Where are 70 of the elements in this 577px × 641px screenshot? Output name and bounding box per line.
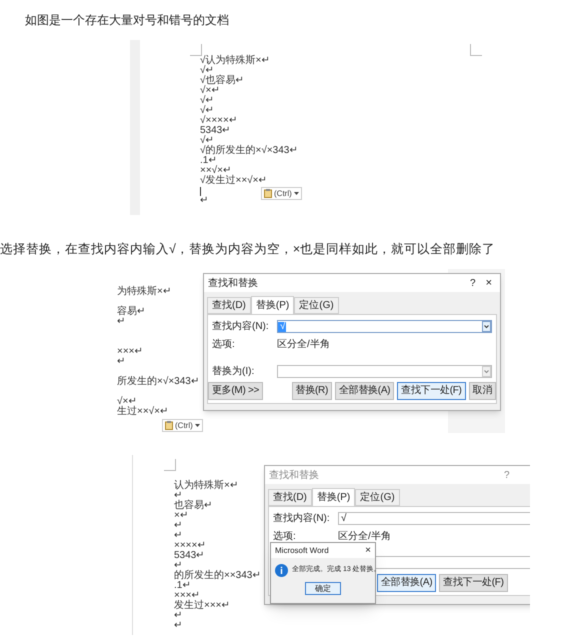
document-line: √发生过××√×↵ xyxy=(200,175,266,186)
document-line: 也容易↵ xyxy=(174,500,212,511)
dialog-tab[interactable]: 替换(P) xyxy=(312,488,356,506)
close-button[interactable]: × xyxy=(365,546,371,556)
dialog-button[interactable]: 查找下一处(F) xyxy=(397,382,466,400)
document-line: ×××↵ xyxy=(117,346,143,357)
dialog-button[interactable]: 替换(R) xyxy=(292,382,332,400)
document-line: √↵ xyxy=(200,95,214,106)
document-line: 的所发生的××343↵ xyxy=(174,570,260,581)
document-line: .1↵ xyxy=(174,580,190,591)
help-button[interactable]: ? xyxy=(464,276,482,290)
close-button[interactable]: × xyxy=(482,274,496,292)
dialog-button[interactable]: 全部替换(A) xyxy=(334,382,394,400)
field-label: 查找内容(N): xyxy=(212,320,270,334)
field-label: 查找内容(N): xyxy=(273,512,331,526)
field-label: 选项: xyxy=(212,338,236,352)
ok-button[interactable]: 确定 xyxy=(305,582,341,595)
dialog-button[interactable]: 查找下一处(F) xyxy=(439,574,508,592)
document-line: 5343↵ xyxy=(174,550,204,561)
document-line: 所发生的×√×343↵ xyxy=(117,376,199,387)
paragraph: 如图是一个存在大量对号和错号的文档 xyxy=(25,12,229,28)
document-line: 容易↵ xyxy=(117,306,145,317)
document-line: ↵ xyxy=(174,530,182,541)
dialog-tab[interactable]: 查找(D) xyxy=(268,489,312,506)
document-line: ↵ xyxy=(174,490,182,501)
paragraph: 选择替换，在查找内容内输入√，替换为内容为空，×也是同样如此，就可以全部删除了 xyxy=(0,241,496,257)
field-label: 替换为(I): xyxy=(212,364,256,379)
dialog-tab[interactable]: 查找(D) xyxy=(207,297,251,314)
document-line: √也容易↵ xyxy=(200,75,244,86)
document-line: √的所发生的×√×343↵ xyxy=(200,145,298,156)
field-label: 选项: xyxy=(273,530,297,544)
options-value: 区分全/半角 xyxy=(277,338,330,352)
document-line: 5343↵ xyxy=(200,125,230,136)
document-line: ↵ xyxy=(174,610,182,621)
document-line: ↵ xyxy=(174,560,182,571)
document-line: √×↵ xyxy=(200,85,220,96)
document-line: ×↵ xyxy=(174,510,188,521)
document-line: ↵ xyxy=(174,620,182,631)
dialog-tab[interactable]: 替换(P) xyxy=(250,296,294,314)
document-line: √××××↵ xyxy=(200,115,237,126)
dialog-button[interactable]: 全部替换(A) xyxy=(377,574,436,592)
dialog-tab[interactable]: 定位(G) xyxy=(294,297,339,314)
paste-options-button[interactable]: (Ctrl) xyxy=(261,186,302,200)
document-line: ××√×↵ xyxy=(200,165,232,176)
document-line: √↵ xyxy=(200,105,214,116)
document-line: .1↵ xyxy=(200,155,216,166)
document-line: √认为特殊斯×↵ xyxy=(200,55,270,66)
dialog-button[interactable]: 取消 xyxy=(468,382,496,400)
dialog-title: 查找和替换 xyxy=(208,276,258,290)
document-line: ×××↵ xyxy=(174,590,200,601)
message-box-title: Microsoft Word xyxy=(275,544,329,556)
help-button[interactable]: ? xyxy=(504,468,510,482)
document-line: ↵ xyxy=(117,356,125,367)
find-field[interactable]: √ xyxy=(338,512,530,525)
document-line: √×↵ xyxy=(117,396,136,407)
document-line: 认为特殊斯×↵ xyxy=(174,480,238,491)
document-line: √↵ xyxy=(200,135,214,146)
document-line: ↵ xyxy=(174,520,182,531)
document-line: ↵ xyxy=(200,195,208,206)
dialog-tab[interactable]: 定位(G) xyxy=(355,489,400,506)
dialog-title: 查找和替换 xyxy=(269,468,319,482)
document-line: 发生过×××↵ xyxy=(174,600,230,611)
document-line: 生过××√×↵ xyxy=(117,406,168,417)
document-line: ↵ xyxy=(117,316,125,327)
document-line: 为特殊斯×↵ xyxy=(117,286,171,297)
document-line: ××××↵ xyxy=(174,540,206,551)
options-value: 区分全/半角 xyxy=(338,530,391,544)
paste-options-button[interactable]: (Ctrl) xyxy=(162,419,203,432)
dialog-button[interactable]: 更多(M) >> xyxy=(208,382,264,400)
document-line: √↵ xyxy=(200,65,214,76)
